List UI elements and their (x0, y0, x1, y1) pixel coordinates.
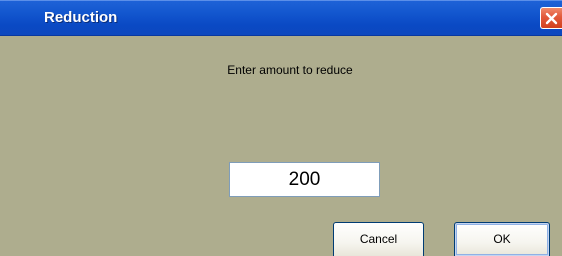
window-title: Reduction (44, 9, 118, 26)
ok-button[interactable]: OK (454, 222, 550, 256)
reduction-dialog: Reduction Enter amount to reduce Cancel … (0, 0, 562, 256)
cancel-button[interactable]: Cancel (333, 222, 424, 256)
close-button[interactable] (540, 7, 562, 29)
close-icon (545, 12, 558, 25)
prompt-label: Enter amount to reduce (227, 63, 353, 77)
amount-input[interactable] (229, 162, 380, 197)
title-bar[interactable]: Reduction (0, 0, 562, 36)
